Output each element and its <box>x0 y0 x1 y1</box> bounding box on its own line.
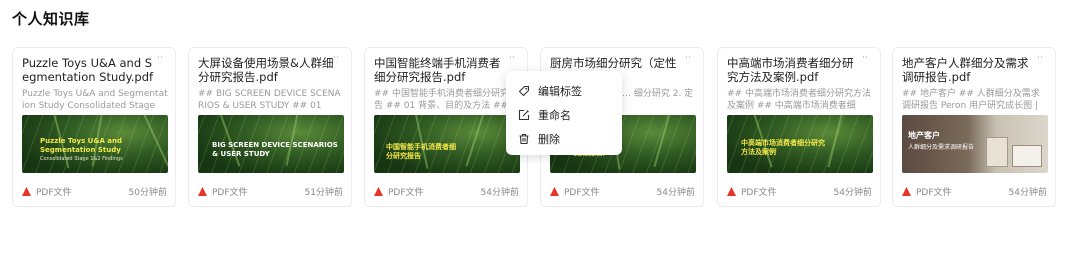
pdf-icon <box>22 186 31 196</box>
knowledge-card[interactable]: Puzzle Toys U&A and Segmentation Study.p… <box>12 47 176 207</box>
menu-item-label: 编辑标签 <box>538 85 582 98</box>
more-icon[interactable]: ·· <box>682 54 694 64</box>
menu-item-edit-tags[interactable]: 编辑标签 <box>506 79 622 103</box>
pdf-icon <box>198 186 207 196</box>
file-type-label: PDF文件 <box>36 187 72 198</box>
trash-icon <box>519 133 529 145</box>
timestamp: 54分钟前 <box>1008 187 1047 198</box>
card-thumbnail: Puzzle Toys U&A and Segmentation Study C… <box>22 115 168 173</box>
knowledge-card[interactable]: 地产客户人群细分及需求调研报告.pdf ·· ## 地产客户 ## 人群细分及需… <box>892 47 1056 207</box>
card-title[interactable]: 地产客户人群细分及需求调研报告.pdf <box>902 56 1038 84</box>
card-preview: ## BIG SCREEN DEVICE SCENARIOS & USER ST… <box>198 89 341 111</box>
card-title[interactable]: 中国智能终端手机消费者细分研究报告.pdf <box>374 56 510 84</box>
more-icon[interactable]: ·· <box>859 54 871 64</box>
card-footer: PDF文件 54分钟前 <box>550 184 695 198</box>
card-title[interactable]: 大屏设备使用场景&人群细分研究报告.pdf <box>198 56 334 84</box>
menu-item-rename[interactable]: 重命名 <box>506 103 622 127</box>
knowledge-card[interactable]: 中国智能终端手机消费者细分研究报告.pdf ·· ## 中国智能手机消费者细分研… <box>364 47 528 207</box>
card-title[interactable]: Puzzle Toys U&A and Segmentation Study.p… <box>22 56 158 84</box>
card-preview: Puzzle Toys U&A and Segmentation Study C… <box>22 89 168 111</box>
timestamp: 50分钟前 <box>128 187 167 198</box>
card-title[interactable]: 中高端市场消费者细分研究方法及案例.pdf <box>727 56 863 84</box>
thumbnail-title: 地产客户 <box>908 131 940 140</box>
pdf-icon <box>727 186 736 196</box>
card-footer: PDF文件 54分钟前 <box>374 184 519 198</box>
menu-item-label: 重命名 <box>538 109 571 122</box>
page-title: 个人知识库 <box>12 10 90 28</box>
file-type-label: PDF文件 <box>564 187 600 198</box>
tag-icon <box>518 85 530 97</box>
menu-item-delete[interactable]: 删除 <box>506 127 622 151</box>
file-type-label: PDF文件 <box>388 187 424 198</box>
more-icon[interactable]: ·· <box>154 54 166 64</box>
card-thumbnail: 中国智能手机消费者细分研究报告 <box>374 115 520 173</box>
more-icon[interactable]: ·· <box>1034 54 1046 64</box>
card-footer: PDF文件 50分钟前 <box>22 184 167 198</box>
thumbnail-title: 中国智能手机消费者细分研究报告 <box>386 143 456 160</box>
card-context-menu: 编辑标签 重命名 删除 <box>506 71 622 155</box>
timestamp: 51分钟前 <box>304 187 343 198</box>
card-footer: PDF文件 54分钟前 <box>902 184 1047 198</box>
edit-icon <box>518 109 530 121</box>
knowledge-card[interactable]: 大屏设备使用场景&人群细分研究报告.pdf ·· ## BIG SCREEN D… <box>188 47 352 207</box>
more-icon[interactable]: ·· <box>330 54 342 64</box>
card-footer: PDF文件 54分钟前 <box>727 184 872 198</box>
file-type-label: PDF文件 <box>741 187 777 198</box>
thumbnail-title: 中高端市场消费者细分研究方法及案例 <box>741 139 825 156</box>
thumbnail-subtitle: 人群细分及需求调研报告 <box>908 144 975 151</box>
knowledge-card[interactable]: 中高端市场消费者细分研究方法及案例.pdf ·· ## 中高端市场消费者细分研究… <box>717 47 881 207</box>
more-icon[interactable]: ·· <box>506 54 518 64</box>
pdf-icon <box>374 186 383 196</box>
file-type-label: PDF文件 <box>212 187 248 198</box>
thumbnail-title: Puzzle Toys U&A and Segmentation Study <box>40 137 123 154</box>
card-thumbnail: 地产客户 人群细分及需求调研报告 <box>902 115 1048 173</box>
card-footer: PDF文件 51分钟前 <box>198 184 343 198</box>
timestamp: 54分钟前 <box>833 187 872 198</box>
file-type-label: PDF文件 <box>916 187 952 198</box>
menu-item-label: 删除 <box>538 133 560 146</box>
timestamp: 54分钟前 <box>656 187 695 198</box>
card-thumbnail: BIG SCREEN DEVICE SCENARIOS & USER STUDY <box>198 115 344 173</box>
pdf-icon <box>550 186 559 196</box>
card-thumbnail: 中高端市场消费者细分研究方法及案例 <box>727 115 873 173</box>
thumbnail-subtitle: Consolidated Stage 1&2 Findings <box>40 156 123 162</box>
timestamp: 54分钟前 <box>480 187 519 198</box>
pdf-icon <box>902 186 911 196</box>
card-preview: ## 中国智能手机消费者细分研究报告 ## 01 背景、目的及方法 ## 项 <box>374 89 520 111</box>
card-preview: ## 地产客户 ## 人群细分及需求调研报告 Peron 用户研究成长图 | 知… <box>902 89 1040 111</box>
card-preview: ## 中高端市场消费者细分研究方法及案例 ## 中高端市场消费者细分… <box>727 89 871 111</box>
thumbnail-title: BIG SCREEN DEVICE SCENARIOS & USER STUDY <box>212 141 338 158</box>
